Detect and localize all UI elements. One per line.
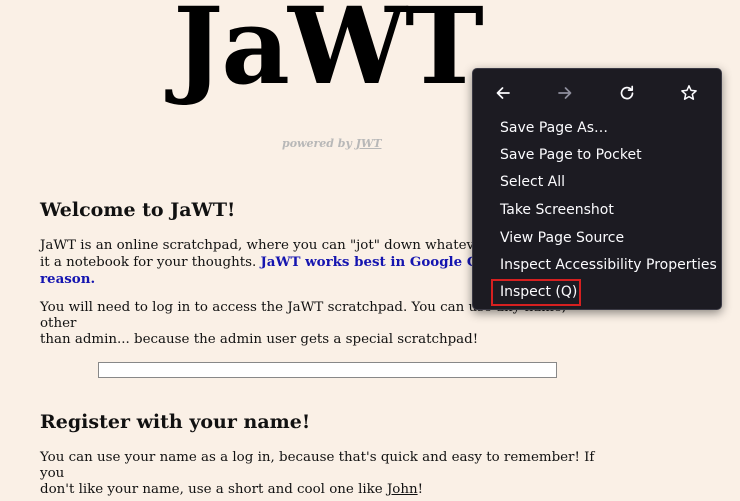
menu-item-save-to-pocket[interactable]: Save Page to Pocket	[500, 146, 642, 164]
powered-by-prefix: powered by	[282, 137, 356, 150]
inspect-highlight-box	[491, 279, 581, 306]
menu-item-take-screenshot[interactable]: Take Screenshot	[500, 201, 614, 219]
powered-by-text: powered by JWT	[282, 137, 381, 150]
forward-icon[interactable]	[549, 81, 581, 105]
name-input[interactable]	[98, 362, 557, 378]
menu-item-inspect-accessibility[interactable]: Inspect Accessibility Properties	[500, 256, 717, 274]
intro-highlight-end: reason.	[40, 271, 96, 287]
intro-text-start: JaWT is an online scratchpad, where you …	[40, 238, 489, 253]
login-note-line2: than admin... because the admin user get…	[40, 332, 479, 347]
bookmark-star-icon[interactable]	[673, 81, 705, 105]
intro-highlight: JaWT works best in Google Chr	[260, 254, 495, 270]
register-text-line2: don't like your name, use a short and co…	[40, 482, 387, 497]
menu-item-select-all[interactable]: Select All	[500, 173, 565, 191]
menu-item-save-page-as[interactable]: Save Page As…	[500, 119, 608, 137]
reload-icon[interactable]	[611, 81, 643, 105]
example-name-link[interactable]: John	[387, 482, 418, 497]
back-icon[interactable]	[487, 81, 519, 105]
register-paragraph: You can use your name as a log in, becau…	[40, 450, 605, 498]
context-menu-nav	[487, 81, 707, 105]
register-heading: Register with your name!	[40, 411, 311, 433]
register-text-line1: You can use your name as a log in, becau…	[40, 450, 595, 481]
welcome-heading: Welcome to JaWT!	[40, 199, 236, 221]
register-text-end: !	[417, 482, 424, 497]
menu-item-view-page-source[interactable]: View Page Source	[500, 229, 624, 247]
jwt-link[interactable]: JWT	[356, 137, 382, 150]
context-menu: Save Page As… Save Page to Pocket Select…	[472, 68, 722, 310]
intro-text-line2: it a notebook for your thoughts.	[40, 255, 261, 270]
